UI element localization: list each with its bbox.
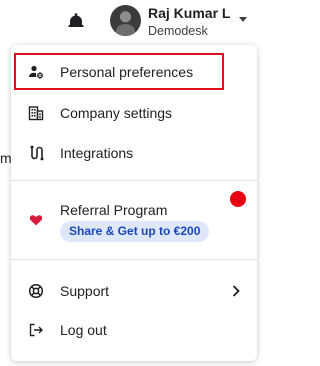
menu-item-personal-preferences[interactable]: Personal preferences	[11, 53, 257, 91]
lifebuoy-icon	[28, 283, 44, 299]
referral-program-link[interactable]: Referral Program	[60, 202, 167, 218]
menu-item-integrations[interactable]: Integrations	[11, 134, 257, 172]
logout-icon	[28, 322, 44, 338]
referral-badge[interactable]: Share & Get up to €200	[60, 221, 210, 242]
user-dropdown-menu: Personal preferences Company settings In…	[11, 45, 257, 361]
chevron-right-icon	[232, 285, 240, 297]
avatar[interactable]	[110, 5, 141, 36]
bell-icon[interactable]	[66, 12, 86, 32]
notification-dot	[230, 191, 246, 207]
top-bar: Raj Kumar L Demodesk	[0, 0, 273, 44]
background-page-text: m	[0, 150, 12, 166]
menu-item-label: Integrations	[60, 145, 134, 161]
menu-item-support[interactable]: Support	[11, 272, 257, 310]
user-name[interactable]: Raj Kumar L	[148, 5, 230, 21]
heart-icon	[29, 215, 43, 226]
menu-item-label: Log out	[60, 322, 107, 338]
organization-name: Demodesk	[148, 24, 208, 38]
user-settings-icon	[28, 64, 44, 80]
menu-item-log-out[interactable]: Log out	[11, 311, 257, 349]
chevron-down-icon[interactable]	[239, 17, 247, 22]
menu-item-label: Support	[60, 283, 110, 299]
building-icon	[28, 105, 44, 121]
menu-item-label: Company settings	[60, 105, 173, 121]
menu-divider	[11, 259, 257, 260]
menu-item-label: Personal preferences	[60, 64, 194, 80]
integrations-icon	[28, 145, 44, 161]
menu-divider	[11, 180, 257, 181]
menu-item-company-settings[interactable]: Company settings	[11, 94, 257, 132]
